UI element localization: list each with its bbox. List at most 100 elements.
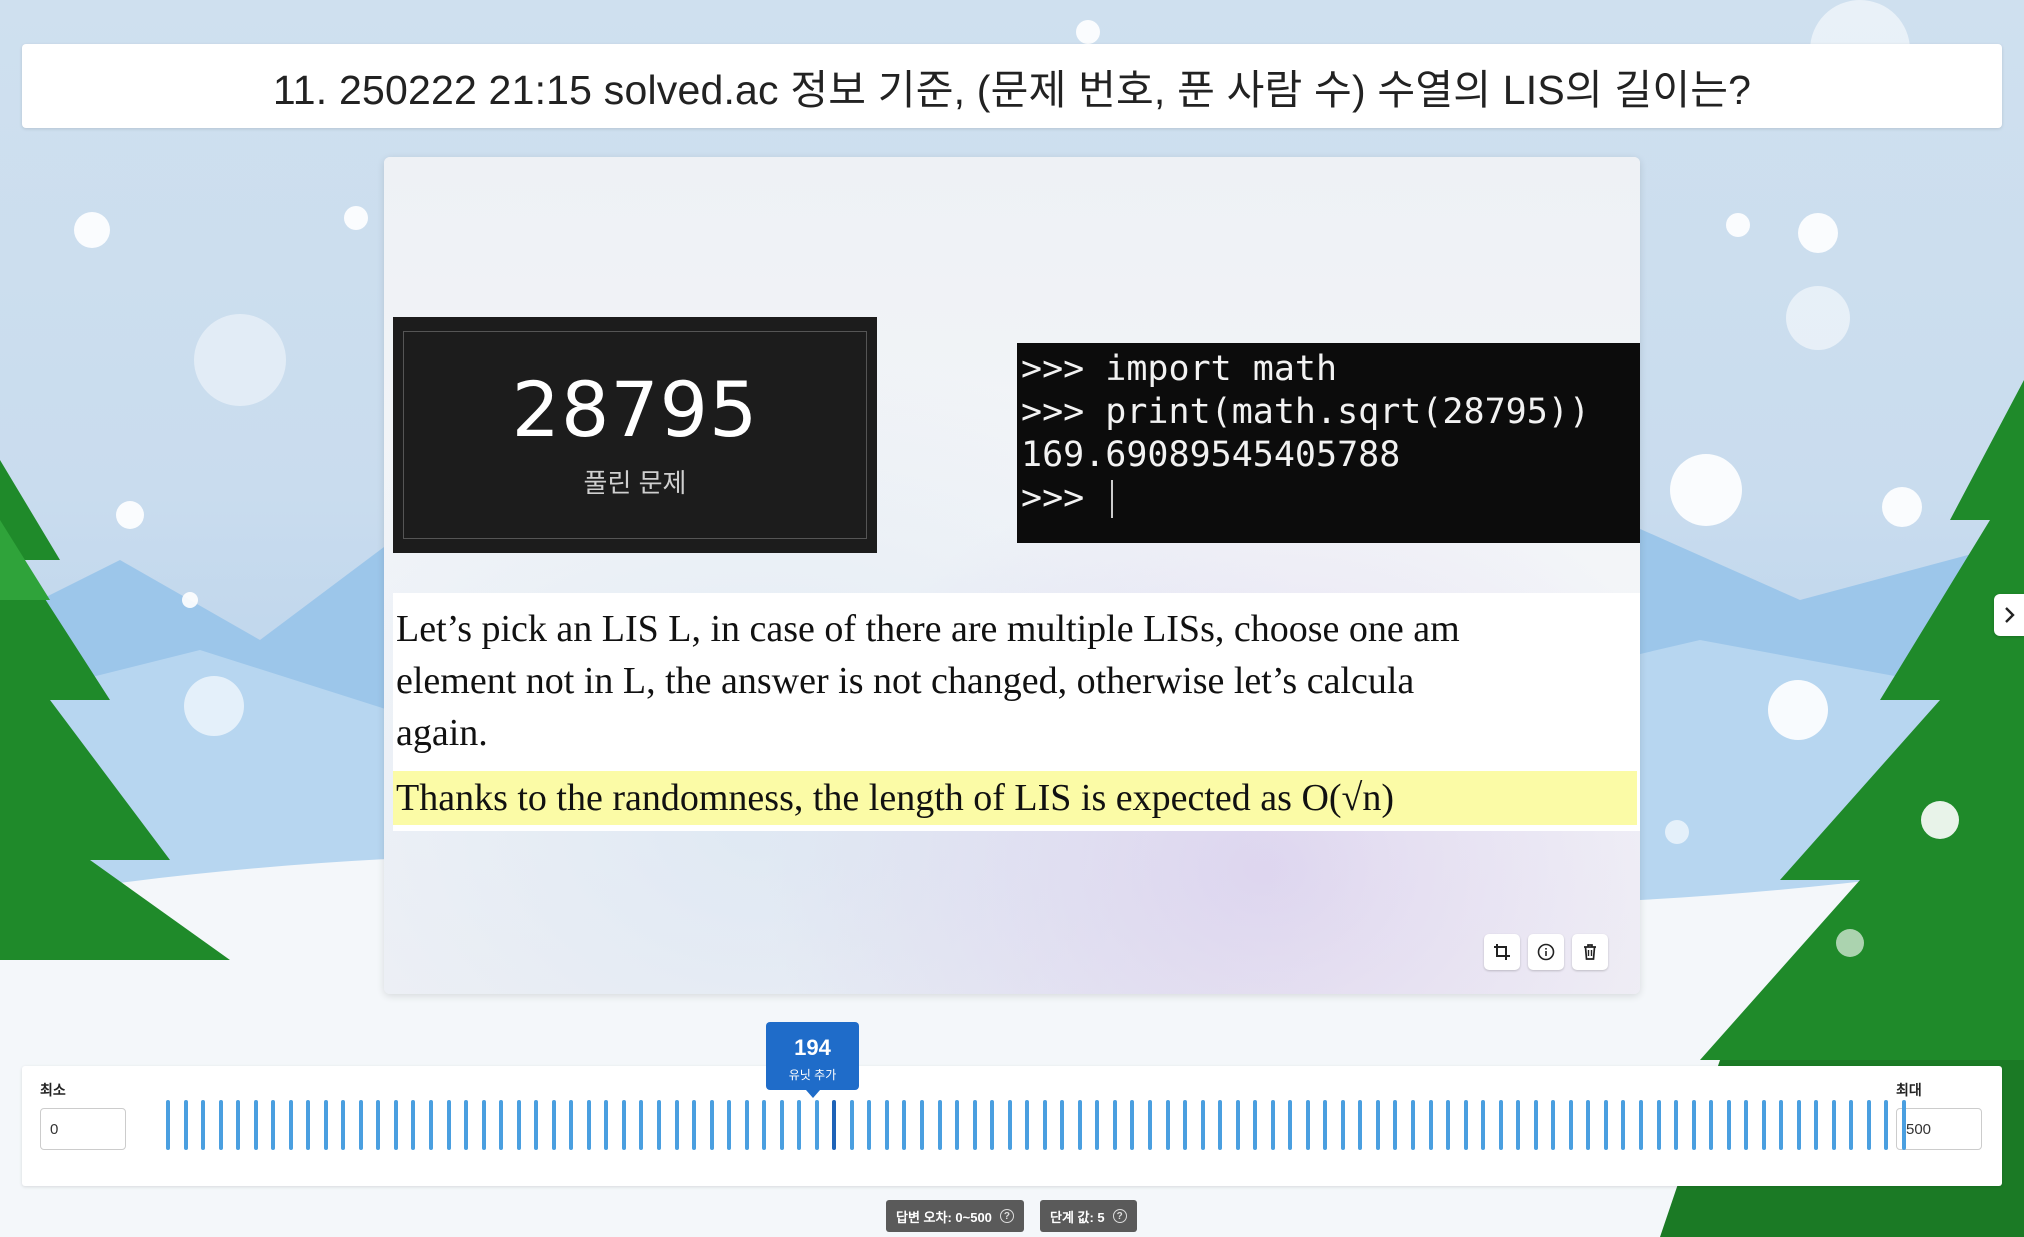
slider-tick[interactable]: [604, 1100, 609, 1150]
slider-tick[interactable]: [464, 1100, 469, 1150]
slider-tick[interactable]: [1130, 1100, 1135, 1150]
slider-tick[interactable]: [867, 1100, 872, 1150]
slider-tick[interactable]: [849, 1100, 854, 1150]
slider-tick[interactable]: [639, 1100, 644, 1150]
slider-tick[interactable]: [411, 1100, 416, 1150]
slider-tick[interactable]: [1428, 1100, 1433, 1150]
slider-tick[interactable]: [569, 1100, 574, 1150]
slider-tick[interactable]: [1516, 1100, 1521, 1150]
slider-tick[interactable]: [1533, 1100, 1538, 1150]
slider-tick[interactable]: [1638, 1100, 1643, 1150]
slider-tick[interactable]: [920, 1100, 925, 1150]
slider-tick[interactable]: [814, 1100, 819, 1150]
slider-tick[interactable]: [972, 1100, 977, 1150]
slider-tick[interactable]: [481, 1100, 486, 1150]
slider-tick[interactable]: [1218, 1100, 1223, 1150]
slider-tick[interactable]: [1761, 1100, 1766, 1150]
slider-tick[interactable]: [1586, 1100, 1591, 1150]
slider-tick[interactable]: [1463, 1100, 1468, 1150]
slider-tick[interactable]: [1621, 1100, 1626, 1150]
slider-tick[interactable]: [1796, 1100, 1801, 1150]
slider-tick[interactable]: [166, 1100, 170, 1150]
slider-tick[interactable]: [1656, 1100, 1661, 1150]
slider-tick[interactable]: [323, 1100, 328, 1150]
slider-tick[interactable]: [1165, 1100, 1170, 1150]
slider-tick[interactable]: [990, 1100, 995, 1150]
slider-tick[interactable]: [288, 1100, 293, 1150]
slider-tick[interactable]: [1095, 1100, 1100, 1150]
slider-tick[interactable]: [586, 1100, 591, 1150]
slider-tick[interactable]: [762, 1100, 767, 1150]
slider-tick[interactable]: [902, 1100, 907, 1150]
slider-tick[interactable]: [499, 1100, 504, 1150]
help-icon[interactable]: ?: [999, 1209, 1014, 1223]
min-value-input[interactable]: [40, 1108, 126, 1150]
slider-tick[interactable]: [1411, 1100, 1415, 1150]
slider-tick[interactable]: [1077, 1100, 1082, 1150]
slider-tick[interactable]: [1060, 1100, 1065, 1150]
slider-tick[interactable]: [1270, 1100, 1275, 1150]
next-panel-button[interactable]: [1994, 594, 2024, 636]
slider-tick[interactable]: [1902, 1100, 1906, 1150]
slider-thumb[interactable]: [832, 1100, 837, 1150]
slider-tick[interactable]: [1288, 1100, 1293, 1150]
slider-tick[interactable]: [271, 1100, 276, 1150]
slider-tick[interactable]: [1866, 1100, 1871, 1150]
slider-tick[interactable]: [1744, 1100, 1749, 1150]
slider-tick[interactable]: [1481, 1100, 1486, 1150]
slider-tick[interactable]: [937, 1100, 942, 1150]
slider-tick[interactable]: [253, 1100, 258, 1150]
slider-tick[interactable]: [1814, 1100, 1819, 1150]
slider-tick[interactable]: [446, 1100, 451, 1150]
slider-tick[interactable]: [1183, 1100, 1188, 1150]
slider-tick[interactable]: [218, 1100, 223, 1150]
help-icon[interactable]: ?: [1112, 1209, 1127, 1223]
slider-tick[interactable]: [1884, 1100, 1889, 1150]
slider-tick[interactable]: [1323, 1100, 1328, 1150]
slider-tick[interactable]: [1691, 1100, 1696, 1150]
slider-tick[interactable]: [429, 1100, 434, 1150]
slider-tick[interactable]: [1253, 1100, 1258, 1150]
slider-tick[interactable]: [884, 1100, 889, 1150]
info-button[interactable]: [1528, 934, 1564, 970]
slider-tick[interactable]: [797, 1100, 802, 1150]
slider-tick[interactable]: [183, 1100, 188, 1150]
slider-tick[interactable]: [341, 1100, 346, 1150]
slider-tick[interactable]: [236, 1100, 241, 1150]
slider-tick[interactable]: [1042, 1100, 1047, 1150]
slider-tick[interactable]: [306, 1100, 311, 1150]
slider-tick[interactable]: [1007, 1100, 1012, 1150]
slider-tick[interactable]: [674, 1100, 679, 1150]
slider-tick[interactable]: [1340, 1100, 1345, 1150]
max-value-input[interactable]: [1896, 1108, 1982, 1150]
slider-tick[interactable]: [376, 1100, 381, 1150]
slider-track[interactable]: [166, 1100, 1906, 1150]
slider-tick[interactable]: [1393, 1100, 1398, 1150]
slider-tick[interactable]: [1674, 1100, 1679, 1150]
delete-button[interactable]: [1572, 934, 1608, 970]
slider-tick[interactable]: [1235, 1100, 1240, 1150]
slider-tick[interactable]: [1305, 1100, 1310, 1150]
slider-tick[interactable]: [534, 1100, 539, 1150]
slider-tick[interactable]: [709, 1100, 714, 1150]
slider-tick[interactable]: [1568, 1100, 1573, 1150]
slider-tick[interactable]: [727, 1100, 732, 1150]
slider-tick[interactable]: [516, 1100, 521, 1150]
slider-tick[interactable]: [1849, 1100, 1854, 1150]
slider-tick[interactable]: [551, 1100, 556, 1150]
slider-tick[interactable]: [1709, 1100, 1714, 1150]
slider-tick[interactable]: [1358, 1100, 1363, 1150]
slider-tick[interactable]: [955, 1100, 960, 1150]
slider-tick[interactable]: [1603, 1100, 1608, 1150]
slider-tick[interactable]: [201, 1100, 206, 1150]
crop-button[interactable]: [1484, 934, 1520, 970]
slider-tick[interactable]: [1831, 1100, 1836, 1150]
slider-tick[interactable]: [1726, 1100, 1731, 1150]
slider-tick[interactable]: [744, 1100, 749, 1150]
slider-value-bubble[interactable]: 194 유닛 추가: [766, 1022, 859, 1098]
slider-tick[interactable]: [1025, 1100, 1030, 1150]
slider-tick[interactable]: [1779, 1100, 1784, 1150]
slider-tick[interactable]: [1498, 1100, 1503, 1150]
slider-tick[interactable]: [1147, 1100, 1152, 1150]
slider-tick[interactable]: [621, 1100, 626, 1150]
